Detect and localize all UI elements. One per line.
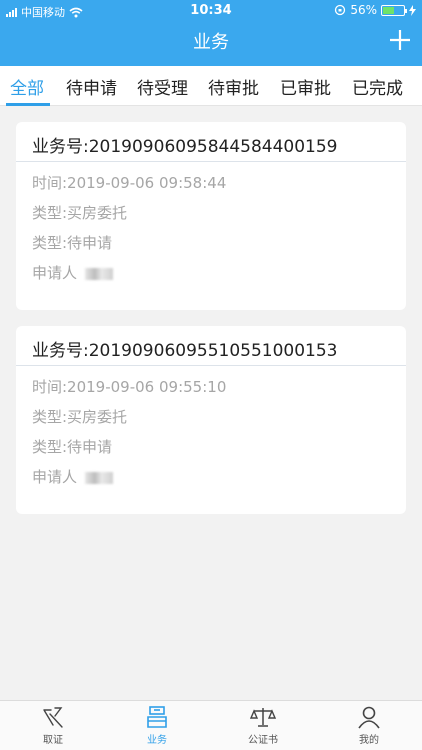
tab-pending-apply[interactable]: 待申请: [66, 74, 117, 99]
nav-mine[interactable]: 我的: [334, 705, 404, 746]
nav-evidence[interactable]: 取证: [18, 705, 88, 746]
business-type: 类型:买房委托: [32, 408, 128, 426]
battery-icon: [381, 4, 407, 16]
tab-pending-accept[interactable]: 待受理: [137, 74, 188, 99]
plus-icon[interactable]: [388, 28, 412, 52]
tab-all[interactable]: 全部: [10, 74, 44, 99]
business-time: 时间:2019-09-06 09:55:10: [32, 378, 227, 396]
charging-icon: [409, 4, 416, 16]
applicant-row: 申请人: [16, 258, 406, 288]
applicant-name-redacted: [85, 471, 114, 484]
status-bar: 中国移动 10:34 56%: [0, 0, 422, 22]
business-time: 时间:2019-09-06 09:58:44: [32, 174, 227, 192]
status-right: 56%: [334, 3, 416, 17]
business-icon: [147, 706, 167, 728]
orientation-lock-icon: [335, 4, 346, 16]
nav-label: 我的: [359, 735, 379, 746]
tab-approved[interactable]: 已审批: [280, 74, 331, 99]
nav-label: 取证: [43, 735, 63, 746]
nav-business[interactable]: 业务: [122, 705, 192, 746]
card-body: 时间:2019-09-06 09:55:10 类型:买房委托 类型:待申请 申请…: [16, 366, 406, 492]
bottom-nav: 取证 业务 公证书 我的: [0, 700, 422, 750]
person-icon: [358, 706, 380, 729]
applicant-row: 申请人: [16, 462, 406, 492]
applicant-label: 申请人: [32, 468, 78, 486]
business-number: 业务号:20190906095844584400159: [16, 122, 406, 162]
tab-pending-approve[interactable]: 待审批: [208, 74, 259, 99]
business-type: 类型:买房委托: [32, 204, 128, 222]
business-card[interactable]: 业务号:20190906095510551000153 时间:2019-09-0…: [16, 326, 406, 514]
battery-percent: 56%: [350, 3, 377, 17]
top-bar: 中国移动 10:34 56% 业务: [0, 0, 422, 66]
status-tabs: 全部 待申请 待受理 待审批 已审批 已完成: [0, 66, 422, 106]
evidence-icon: [43, 707, 63, 728]
business-number: 业务号:20190906095510551000153: [16, 326, 406, 366]
nav-label: 业务: [147, 735, 167, 746]
tab-completed[interactable]: 已完成: [352, 74, 403, 99]
nav-notary-certificate[interactable]: 公证书: [228, 705, 298, 746]
page-title: 业务: [193, 32, 229, 53]
active-tab-indicator: [6, 103, 50, 106]
nav-label: 公证书: [248, 735, 278, 746]
business-status: 类型:待申请: [32, 438, 113, 456]
business-status: 类型:待申请: [32, 234, 113, 252]
scales-icon: [250, 708, 276, 727]
applicant-label: 申请人: [32, 264, 78, 282]
card-body: 时间:2019-09-06 09:58:44 类型:买房委托 类型:待申请 申请…: [16, 162, 406, 288]
applicant-name-redacted: [85, 267, 114, 280]
business-card[interactable]: 业务号:20190906095844584400159 时间:2019-09-0…: [16, 122, 406, 310]
